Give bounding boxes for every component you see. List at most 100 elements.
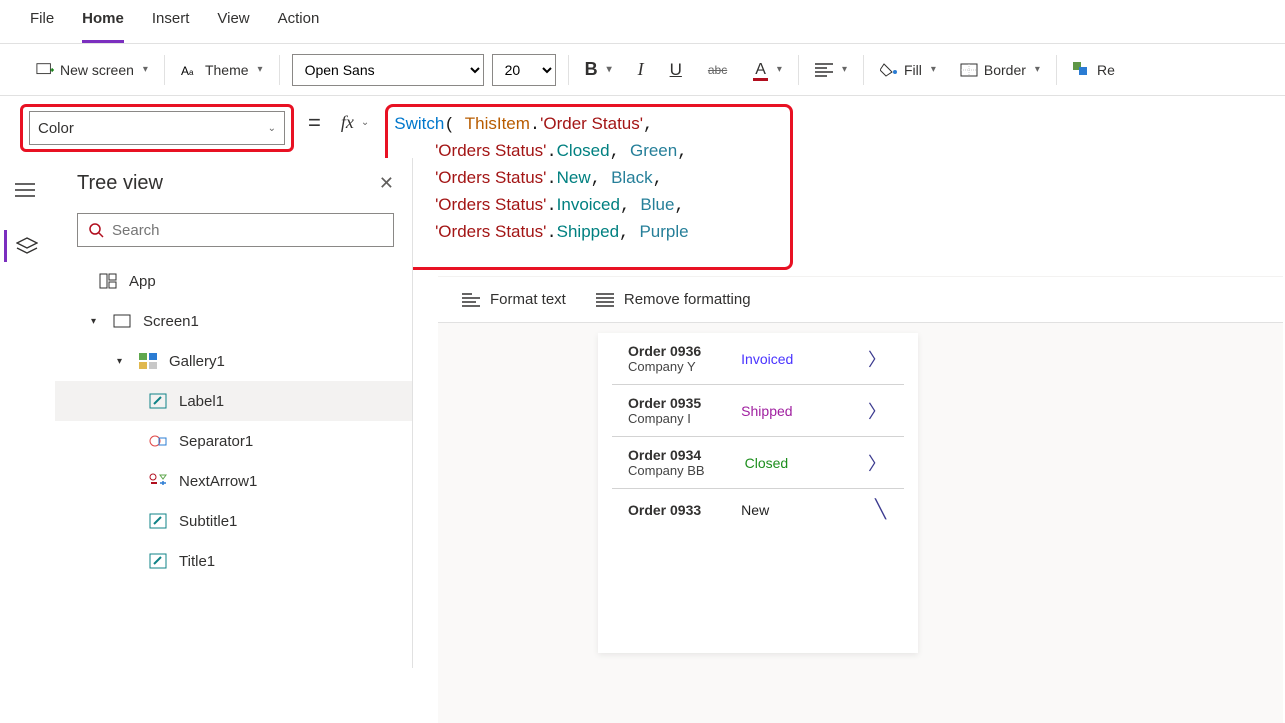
close-icon: ✕ [379,173,394,193]
remove-format-icon [596,293,614,307]
tree-view-panel: Tree view ✕ App ▾ Screen1 ▾ Gallery1 Lab… [55,158,413,668]
new-screen-button[interactable]: New screen ▾ [32,57,152,83]
app-icon [97,271,119,291]
order-company: Company Y [628,359,701,374]
format-icon [462,293,480,307]
fill-button[interactable]: Fill ▾ [876,57,940,83]
tree-view-button[interactable] [4,230,44,262]
hamburger-button[interactable] [5,174,45,206]
tree-gallery1-label: Gallery1 [169,353,225,370]
ribbon: New screen ▾ Aa Theme ▾ Open Sans 20 B▾ … [0,44,1285,96]
tree-subtitle1-label: Subtitle1 [179,513,237,530]
tree-label1-label: Label1 [179,393,224,410]
fx-button[interactable]: fx ⌄ [335,104,375,133]
format-text-button[interactable]: Format text [462,291,566,308]
order-status: New [701,502,875,518]
reorder-button[interactable]: Re [1069,57,1119,83]
property-selected: Color [38,120,74,137]
order-text: Order 0936 Company Y [628,343,701,374]
menu-action[interactable]: Action [278,6,320,43]
order-text: Order 0934 Company BB [628,447,705,478]
chevron-right-icon: 〉 [868,346,896,372]
tree-label1[interactable]: Label1 [55,381,412,421]
order-row[interactable]: Order 0935 Company I Shipped 〉 [612,385,904,437]
search-input[interactable] [112,222,383,239]
chevron-down-icon: ▾ [1035,64,1040,75]
tree-title1-label: Title1 [179,553,215,570]
search-icon [88,222,104,238]
search-box[interactable] [77,213,394,247]
theme-button[interactable]: Aa Theme ▾ [177,57,267,83]
chevron-right-icon: ╲ [875,499,896,520]
align-button[interactable]: ▾ [811,57,851,83]
remove-format-button[interactable]: Remove formatting [596,291,751,308]
gallery-preview: Order 0936 Company Y Invoiced 〉 Order 09… [598,333,918,653]
label-icon [147,391,169,411]
svg-text:a: a [189,68,194,77]
property-highlight: Color ⌄ [20,104,294,152]
chevron-down-icon: ▾ [777,64,782,75]
font-color-button[interactable]: A ▾ [749,57,786,83]
reorder-icon [1073,61,1091,79]
tree-separator1[interactable]: Separator1 [55,421,412,461]
chevron-down-icon: ▾ [258,64,263,75]
border-button[interactable]: Border ▾ [956,57,1044,83]
chevron-down-icon: ▾ [842,64,847,75]
tree-screen1[interactable]: ▾ Screen1 [55,301,412,341]
tree: App ▾ Screen1 ▾ Gallery1 Label1 Separato… [55,261,412,581]
order-status: Closed [705,455,868,471]
underline-button[interactable]: U [666,56,686,84]
align-icon [815,61,833,79]
tree-screen1-label: Screen1 [143,313,199,330]
tree-nextarrow1-label: NextArrow1 [179,473,257,490]
fill-label: Fill [904,62,922,78]
tree-app-label: App [129,273,156,290]
close-button[interactable]: ✕ [379,173,394,194]
order-row[interactable]: Order 0934 Company BB Closed 〉 [612,437,904,489]
formula-tools: Format text Remove formatting [438,276,1283,323]
layers-icon [16,237,38,255]
reorder-label: Re [1097,62,1115,78]
order-text: Order 0933 [628,502,701,518]
menu-bar: File Home Insert View Action [0,0,1285,44]
label-icon [147,511,169,531]
chevron-down-icon: ⌄ [268,123,276,134]
order-title: Order 0934 [628,447,705,463]
order-text: Order 0935 Company I [628,395,701,426]
tree-nextarrow1[interactable]: NextArrow1 [55,461,412,501]
caret-down-icon: ▾ [91,316,101,327]
italic-button[interactable]: I [634,55,648,84]
formula-bar[interactable]: Switch( ThisItem.'Order Status', 'Orders… [394,111,784,259]
gallery-icon [137,351,159,371]
property-select[interactable]: Color ⌄ [29,111,285,145]
caret-down-icon: ▾ [117,356,127,367]
nextarrow-icon [147,471,169,491]
fill-icon [880,61,898,79]
order-title: Order 0933 [628,502,701,518]
menu-insert[interactable]: Insert [152,6,190,43]
menu-home[interactable]: Home [82,6,124,43]
equals-label: = [304,104,325,136]
order-row[interactable]: Order 0933 New ╲ [612,489,904,530]
font-family-select[interactable]: Open Sans [292,54,484,86]
theme-icon: Aa [181,61,199,79]
font-size-select[interactable]: 20 [492,54,556,86]
new-screen-icon [36,61,54,79]
order-company: Company BB [628,463,705,478]
order-row[interactable]: Order 0936 Company Y Invoiced 〉 [612,333,904,385]
menu-file[interactable]: File [30,6,54,43]
tree-subtitle1[interactable]: Subtitle1 [55,501,412,541]
tree-gallery1[interactable]: ▾ Gallery1 [55,341,412,381]
fx-label: fx [341,112,354,133]
bold-button[interactable]: B▾ [581,55,616,84]
tree-separator1-label: Separator1 [179,433,253,450]
tree-title1[interactable]: Title1 [55,541,412,581]
chevron-down-icon: ▾ [143,64,148,75]
order-title: Order 0936 [628,343,701,359]
strike-button[interactable]: abc [704,59,731,81]
tree-app[interactable]: App [55,261,412,301]
chevron-right-icon: 〉 [868,398,896,424]
screen-icon [111,311,133,331]
menu-view[interactable]: View [217,6,249,43]
border-label: Border [984,62,1026,78]
